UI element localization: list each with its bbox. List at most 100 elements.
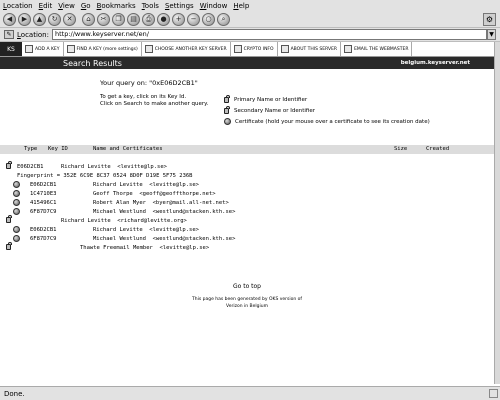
mail-icon	[344, 45, 353, 53]
col-key-id: Key ID	[48, 146, 68, 152]
user-id: Robert Alan Myer <byer@mail.all-net.net>	[93, 200, 229, 206]
forward-icon[interactable]: ▶	[18, 12, 31, 26]
key-id-link[interactable]: E06D2CB1	[17, 164, 44, 170]
home-icon[interactable]: ⌂	[82, 12, 95, 26]
user-id: Richard Levitte <richard@levitte.org>	[61, 218, 187, 224]
reload-icon[interactable]: ↻	[48, 12, 61, 26]
lock-icon	[224, 94, 230, 103]
certificate-icon[interactable]	[13, 181, 20, 188]
user-id: Michael Westlund <westlund@stacken.kth.s…	[93, 209, 236, 215]
menu-tools[interactable]: Tools	[142, 2, 159, 10]
menu-help[interactable]: Help	[233, 2, 249, 10]
url-input[interactable]: http://www.keyserver.net/en/	[51, 29, 487, 40]
footer-line-1: This page has been generated by OKS vers…	[191, 297, 302, 302]
legend-item: Primary Name or Identifier	[224, 94, 430, 105]
go-to-top-link[interactable]: Go to top	[0, 283, 494, 290]
find-icon[interactable]: ⌕	[217, 12, 230, 26]
certificate-icon[interactable]	[13, 190, 20, 197]
toolbar: ◀ ▶ ▲ ↻ ✕ ⌂ ✂ ❐ ▤ ⎙ ● + − ○ ⌕ ⚙	[0, 11, 500, 28]
results-header-bar: Search Results belgium.keyserver.net	[0, 57, 494, 69]
nav-find-key[interactable]: FIND A KEY (more settings)	[64, 42, 142, 56]
col-created: Created	[426, 146, 450, 152]
query-text: Your query on: "0xE06D2CB1"	[100, 79, 198, 87]
table-row: 1C4710E3 Geoff Thorpe <geoff@geoffthorpe…	[0, 190, 494, 199]
key-id-link[interactable]: 415496C1	[30, 200, 57, 206]
zoom-out-icon[interactable]: −	[187, 12, 200, 26]
table-row: 6F87D7C9 Michael Westlund <westlund@stac…	[0, 208, 494, 217]
menu-location[interactable]: Location	[3, 2, 33, 10]
menu-edit[interactable]: Edit	[39, 2, 53, 10]
footer-line-2: Verizon in Belgium	[226, 304, 268, 309]
status-bar: Done.	[0, 386, 500, 400]
nav-about-server-label: ABOUT THIS SERVER	[290, 46, 338, 52]
table-row: 6F87D7C9 Michael Westlund <westlund@stac…	[0, 235, 494, 244]
stop-icon[interactable]: ✕	[63, 12, 76, 26]
key-id-link[interactable]: 6F87D7C9	[30, 209, 57, 215]
server-name: belgium.keyserver.net	[400, 60, 470, 66]
legend-label: Certificate (hold your mouse over a cert…	[235, 118, 430, 125]
key-id-link[interactable]: E06D2CB1	[30, 182, 57, 188]
table-row: 415496C1 Robert Alan Myer <byer@mail.all…	[0, 199, 494, 208]
user-id: Richard Levitte <levitte@lp.se>	[93, 227, 199, 233]
lock-icon[interactable]: ●	[157, 12, 170, 26]
menu-window[interactable]: Window	[200, 2, 228, 10]
vertical-scrollbar[interactable]	[494, 42, 500, 384]
menu-go[interactable]: Go	[81, 2, 91, 10]
site-nav: KS ADD A KEY FIND A KEY (more settings) …	[0, 42, 494, 57]
paste-icon[interactable]: ▤	[127, 12, 140, 26]
search-icon	[66, 45, 75, 53]
nav-crypto-info[interactable]: CRYPTO INFO	[231, 42, 278, 56]
user-id: Thawte Freemail Member <levitte@lp.se>	[80, 245, 210, 251]
menu-view[interactable]: View	[58, 2, 75, 10]
key-id-link[interactable]: 1C4710E3	[30, 191, 57, 197]
up-icon[interactable]: ▲	[33, 12, 46, 26]
nav-email-webmaster-label: EMAIL THE WEBMASTER	[354, 46, 409, 52]
certificate-icon[interactable]	[13, 208, 20, 215]
menu-bar: Location Edit View Go Bookmarks Tools Se…	[0, 0, 500, 11]
status-text: Done.	[4, 389, 25, 398]
menu-settings[interactable]: Settings	[165, 2, 194, 10]
server-icon	[280, 45, 289, 53]
zoom-fit-icon[interactable]: ○	[202, 12, 215, 26]
nav-choose-server[interactable]: CHOOSE ANOTHER KEY SERVER	[142, 42, 231, 56]
legend-label: Secondary Name or Identifier	[234, 107, 316, 114]
back-icon[interactable]: ◀	[3, 12, 16, 26]
lock-icon	[6, 242, 12, 250]
table-row: Richard Levitte <richard@levitte.org>	[0, 215, 494, 226]
help-text: To get a key, click on its Key Id. Click…	[100, 94, 208, 108]
info-icon	[233, 45, 242, 53]
table-row: Thawte Freemail Member <levitte@lp.se>	[0, 242, 494, 253]
table-row: Fingerprint = 352E 6C9E 8C37 0524 8D0F D…	[0, 172, 494, 181]
resize-grip-icon[interactable]	[489, 389, 498, 398]
certificate-icon[interactable]	[13, 226, 20, 233]
key-id-link[interactable]: E06D2CB1	[30, 227, 57, 233]
nav-about-server[interactable]: ABOUT THIS SERVER	[278, 42, 342, 56]
globe-icon	[144, 45, 153, 53]
certificate-icon[interactable]	[13, 235, 20, 242]
menu-bookmarks[interactable]: Bookmarks	[97, 2, 136, 10]
nav-add-key[interactable]: ADD A KEY	[22, 42, 64, 56]
copy-icon[interactable]: ❐	[112, 12, 125, 26]
fingerprint: Fingerprint = 352E 6C9E 8C37 0524 8D0F D…	[17, 173, 193, 179]
key-icon	[25, 45, 33, 53]
lock-icon	[6, 215, 12, 223]
chevron-down-icon[interactable]: ▼	[487, 29, 496, 40]
zoom-in-icon[interactable]: +	[172, 12, 185, 26]
print-icon[interactable]: ⎙	[142, 12, 155, 26]
keyserver-logo[interactable]: KS	[0, 42, 22, 56]
table-row: E06D2CB1 Richard Levitte <levitte@lp.se>	[0, 161, 494, 172]
certificate-icon[interactable]	[13, 199, 20, 206]
clear-location-icon[interactable]: ✎	[4, 30, 14, 39]
key-id-link[interactable]: 6F87D7C9	[30, 236, 57, 242]
certificate-icon	[224, 118, 231, 125]
results-title: Search Results	[63, 58, 122, 68]
nav-email-webmaster[interactable]: EMAIL THE WEBMASTER	[341, 42, 413, 56]
user-id: Richard Levitte <levitte@lp.se>	[61, 164, 167, 170]
nav-find-key-label: FIND A KEY (more settings)	[76, 46, 138, 52]
footer-text: This page has been generated by OKS vers…	[0, 296, 494, 310]
help-line-1: To get a key, click on its Key Id.	[100, 94, 187, 100]
user-id: Richard Levitte <levitte@lp.se>	[93, 182, 199, 188]
cut-icon[interactable]: ✂	[97, 12, 110, 26]
table-row: E06D2CB1 Richard Levitte <levitte@lp.se>	[0, 226, 494, 235]
user-id: Michael Westlund <westlund@stacken.kth.s…	[93, 236, 236, 242]
